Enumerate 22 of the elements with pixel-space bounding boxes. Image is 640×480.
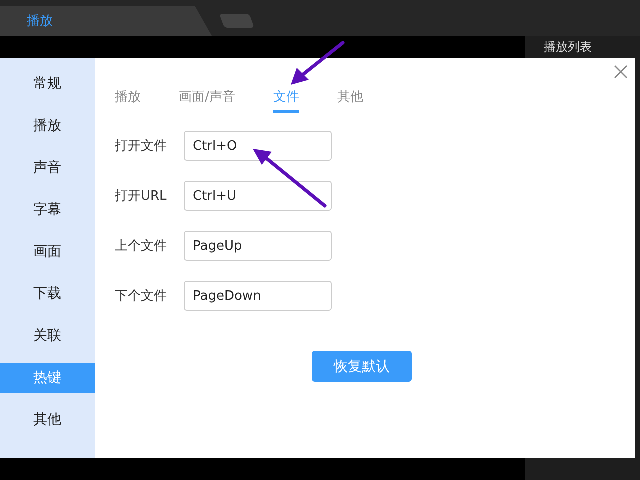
tab[interactable]: 画面/声音 [179, 86, 236, 113]
hotkey-label: 打开文件 [115, 138, 168, 155]
panel-title: 播放列表 [543, 39, 593, 54]
sidebar-item[interactable]: 关联 [0, 321, 95, 351]
sidebar-item[interactable]: 字幕 [0, 195, 95, 225]
sidebar-item[interactable]: 常规 [0, 69, 95, 99]
hotkey-label: 打开URL [115, 188, 168, 205]
window-tab[interactable]: 播放 [0, 6, 212, 36]
hotkey-field[interactable]: PageUp [184, 231, 332, 261]
hotkey-field[interactable]: Ctrl+U [184, 181, 332, 211]
close-icon[interactable] [613, 64, 629, 80]
hotkey-label: 上个文件 [115, 238, 168, 255]
sidebar-item[interactable]: 播放 [0, 111, 95, 141]
sidebar-item[interactable]: 下载 [0, 279, 95, 309]
hotkey-label: 下个文件 [115, 288, 168, 305]
hotkey-field[interactable]: PageDown [184, 281, 332, 311]
sidebar-item[interactable]: 画面 [0, 237, 95, 267]
hotkey-field[interactable]: Ctrl+O [184, 131, 332, 161]
tab[interactable]: 其他 [337, 86, 364, 113]
sidebar-item[interactable]: 声音 [0, 153, 95, 183]
tab[interactable]: 播放 [115, 86, 141, 113]
sidebar-item[interactable]: 其他 [0, 405, 95, 435]
